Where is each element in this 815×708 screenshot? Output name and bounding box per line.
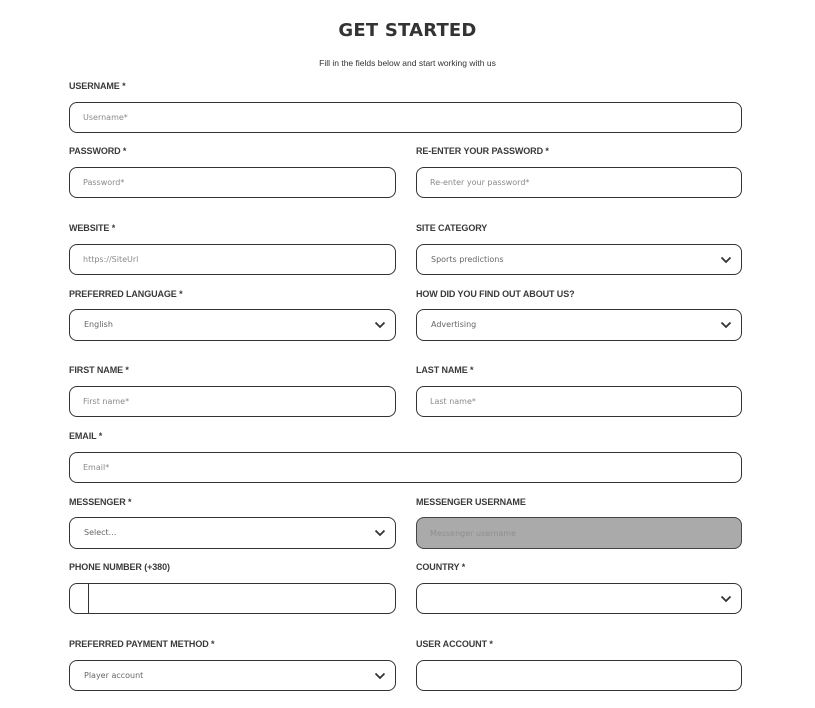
- messenger-value: Select...: [84, 528, 117, 537]
- payment-method-select[interactable]: Player account: [69, 660, 396, 691]
- messenger-select[interactable]: Select...: [69, 517, 396, 549]
- reenter-password-label: RE-ENTER YOUR PASSWORD *: [416, 146, 549, 156]
- password-label: PASSWORD *: [69, 146, 127, 156]
- chevron-down-icon: [720, 595, 732, 603]
- first-name-box[interactable]: [69, 386, 396, 417]
- chevron-down-icon: [720, 321, 732, 329]
- email-box[interactable]: [69, 452, 742, 483]
- preferred-language-label: PREFERRED LANGUAGE *: [69, 289, 183, 299]
- messenger-username-input: [417, 518, 741, 548]
- password-box[interactable]: [69, 167, 396, 198]
- site-category-value: Sports predictions: [431, 255, 504, 264]
- last-name-input[interactable]: [417, 387, 741, 416]
- preferred-language-value: English: [84, 320, 113, 329]
- email-input[interactable]: [70, 453, 741, 482]
- website-box[interactable]: [69, 244, 396, 275]
- country-select[interactable]: [416, 583, 742, 614]
- chevron-down-icon: [374, 321, 386, 329]
- website-label: WEBSITE *: [69, 223, 116, 233]
- how-found-value: Advertising: [431, 320, 477, 329]
- phone-box: [69, 583, 396, 614]
- user-account-label: USER ACCOUNT *: [416, 639, 493, 649]
- reenter-password-input[interactable]: [417, 168, 741, 197]
- payment-method-value: Player account: [84, 671, 144, 680]
- email-label: EMAIL *: [69, 431, 103, 441]
- messenger-label: MESSENGER *: [69, 497, 132, 507]
- chevron-down-icon: [374, 529, 386, 537]
- how-found-select[interactable]: Advertising: [416, 309, 742, 341]
- country-label: COUNTRY *: [416, 562, 466, 572]
- username-input[interactable]: [70, 103, 741, 132]
- password-input[interactable]: [70, 168, 395, 197]
- chevron-down-icon: [720, 256, 732, 264]
- page-subtitle: Fill in the fields below and start worki…: [319, 58, 496, 68]
- payment-method-label: PREFERRED PAYMENT METHOD *: [69, 639, 215, 649]
- username-label: USERNAME *: [69, 81, 126, 91]
- phone-label: PHONE NUMBER (+380): [69, 562, 170, 572]
- preferred-language-select[interactable]: English: [69, 309, 396, 341]
- site-category-select[interactable]: Sports predictions: [416, 244, 742, 275]
- website-input[interactable]: [70, 245, 395, 274]
- messenger-username-label: MESSENGER USERNAME: [416, 497, 526, 507]
- user-account-box[interactable]: [416, 660, 742, 691]
- phone-input[interactable]: [89, 584, 395, 613]
- reenter-password-box[interactable]: [416, 167, 742, 198]
- last-name-box[interactable]: [416, 386, 742, 417]
- last-name-label: LAST NAME *: [416, 365, 474, 375]
- first-name-input[interactable]: [70, 387, 395, 416]
- site-category-label: SITE CATEGORY: [416, 223, 488, 233]
- username-box[interactable]: [69, 102, 742, 133]
- chevron-down-icon: [374, 672, 386, 680]
- user-account-input[interactable]: [417, 661, 741, 690]
- how-found-label: HOW DID YOU FIND OUT ABOUT US?: [416, 289, 575, 299]
- phone-country-code-dropdown[interactable]: [70, 584, 89, 613]
- messenger-username-box: [416, 517, 742, 549]
- first-name-label: FIRST NAME *: [69, 365, 129, 375]
- page-title: GET STARTED: [338, 20, 477, 41]
